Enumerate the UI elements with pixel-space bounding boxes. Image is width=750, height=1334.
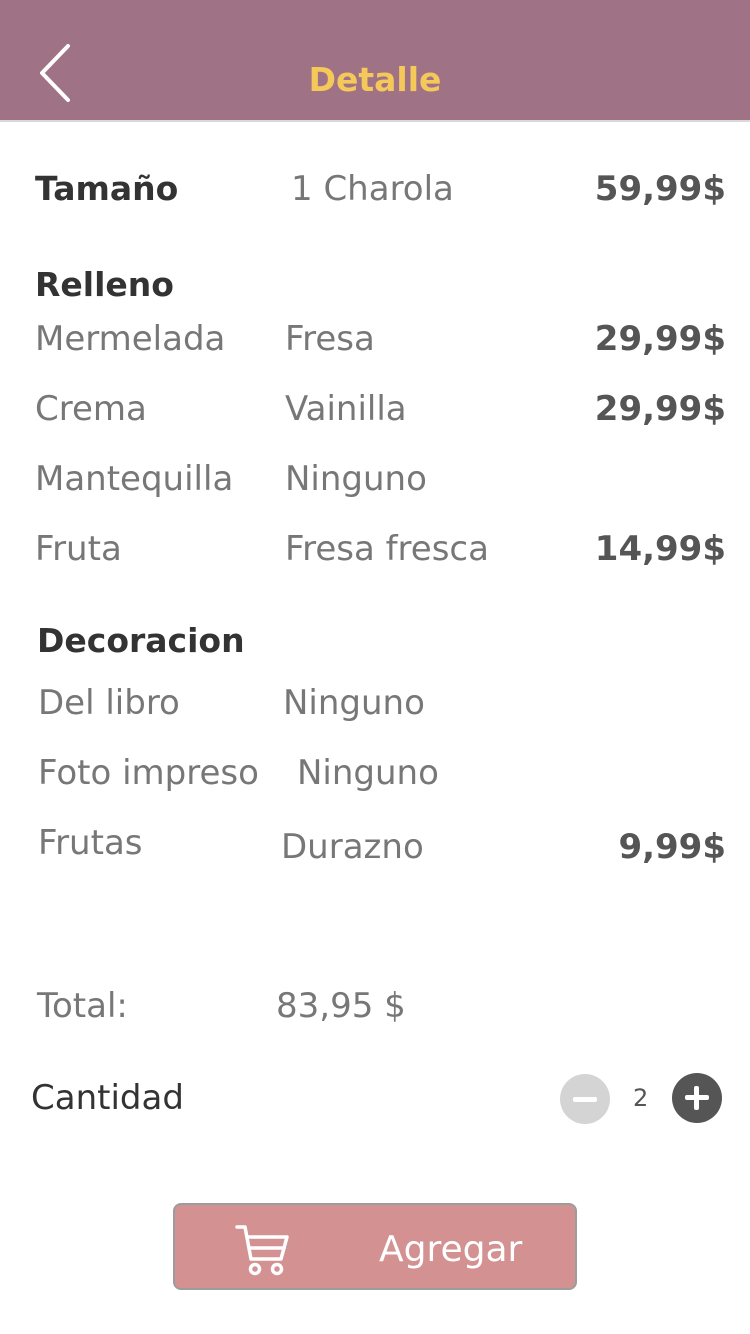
header-bar: Detalle xyxy=(0,0,750,122)
filling-item-price: 14,99$ xyxy=(594,529,726,569)
decrease-quantity-button[interactable] xyxy=(560,1074,610,1124)
quantity-value: 2 xyxy=(633,1084,649,1112)
add-to-cart-button[interactable]: Agregar xyxy=(173,1203,577,1290)
filling-item-label: Mantequilla xyxy=(35,459,234,499)
decoration-item-value: Durazno xyxy=(281,827,424,867)
filling-item-value: Vainilla xyxy=(285,389,407,429)
decoration-item-label: Del libro xyxy=(38,683,180,723)
filling-item-price: 29,99$ xyxy=(594,319,726,359)
filling-item-label: Crema xyxy=(35,389,147,429)
filling-item-label: Mermelada xyxy=(35,319,226,359)
filling-item-value: Ninguno xyxy=(285,459,427,499)
size-price: 59,99$ xyxy=(594,169,726,209)
decoration-item-label: Frutas xyxy=(38,823,143,863)
decoration-heading: Decoracion xyxy=(37,621,245,660)
filling-item-label: Fruta xyxy=(35,529,122,569)
decoration-item-label: Foto impreso xyxy=(38,753,259,793)
total-label: Total: xyxy=(37,986,128,1026)
page-title: Detalle xyxy=(308,60,442,99)
add-button-label: Agregar xyxy=(379,1229,523,1270)
total-value: 83,95 $ xyxy=(276,986,406,1026)
cart-icon xyxy=(235,1225,289,1276)
size-label: Tamaño xyxy=(35,169,179,208)
filling-item-value: Fresa xyxy=(285,319,375,359)
decoration-item-price: 9,99$ xyxy=(618,827,726,867)
increase-quantity-button[interactable] xyxy=(672,1073,722,1123)
decoration-item-value: Ninguno xyxy=(297,753,439,793)
filling-heading: Relleno xyxy=(35,265,174,304)
decoration-item-value: Ninguno xyxy=(283,683,425,723)
quantity-label: Cantidad xyxy=(31,1078,184,1118)
filling-item-value: Fresa fresca xyxy=(285,529,489,569)
filling-item-price: 29,99$ xyxy=(594,389,726,429)
size-value: 1 Charola xyxy=(291,169,454,209)
